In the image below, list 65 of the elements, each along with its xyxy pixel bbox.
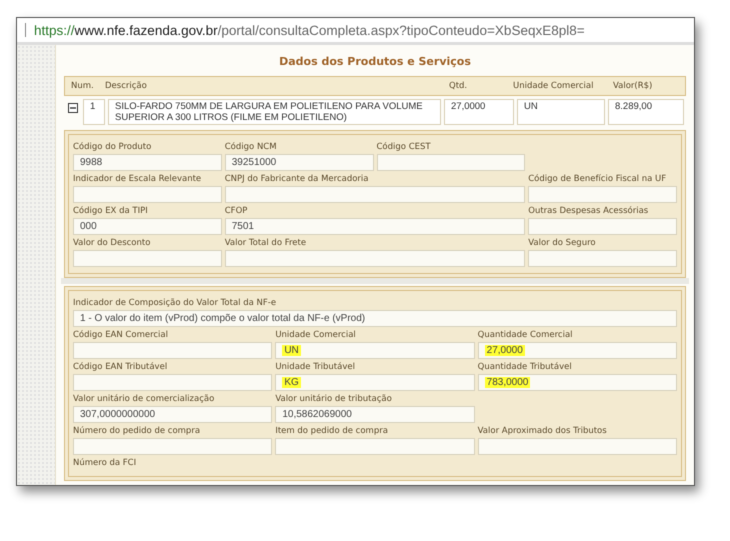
input-field[interactable] [528,186,677,203]
input-field[interactable] [73,374,272,391]
field-label: Valor Aproximado dos Tributos [478,425,608,438]
field-label: Valor do Desconto [73,237,152,250]
column-header: Num. [71,81,95,91]
input-field[interactable]: UN [275,342,475,359]
section-title: Dados dos Produtos e Serviços [278,54,472,70]
column-header: Unidade Comercial [513,81,594,91]
input-field[interactable]: 000 [73,218,222,235]
table-cell: 8.289,00 [608,99,684,125]
input-field[interactable] [73,342,272,359]
input-field[interactable]: 10,5862069000 [275,406,475,423]
input-field[interactable]: 27,0000 [478,342,677,359]
field-label: Código NCM [224,141,278,154]
field-label: Número do pedido de compra [73,425,202,438]
input-field[interactable] [528,218,677,235]
field-label: CNPJ do Fabricante da Mercadoria [224,173,370,186]
field-label: Indicador de Escala Relevante [73,173,202,186]
field-label: CFOP [224,205,248,218]
field-label: Valor Total do Frete [224,237,308,250]
field-label: Código EAN Comercial [73,329,169,342]
field-label: Valor do Seguro [528,237,597,250]
input-field[interactable] [275,438,475,455]
input-field[interactable]: 9988 [73,154,222,171]
input-field[interactable]: KG [275,374,475,391]
input-field[interactable] [528,250,677,267]
input-field[interactable]: 39251000 [224,154,374,171]
input-field[interactable] [376,154,526,171]
field-label: Código EX da TIPI [73,205,149,218]
field-label: Item do pedido de compra [275,425,389,438]
column-header: Descrição [105,81,148,91]
table-cell: SILO-FARDO 750MM DE LARGURA EM POLIETILENO PARA VOLUME SUPERIOR A 300 LITROS (FILME EM POLIETILENO) [108,99,441,125]
field-label: Código CEST [376,141,432,154]
field-label: Número da FCI [73,457,138,470]
field-label: Quantidade Tributável [478,361,573,374]
field-label: Unidade Tributável [275,361,356,374]
input-field[interactable] [73,250,222,267]
highlighted-value: 27,0000 [484,345,525,356]
input-field[interactable]: 7501 [224,218,526,235]
field-label: Valor unitário de tributação [275,393,393,406]
highlighted-value: 783,0000 [484,377,530,388]
input-field[interactable] [73,438,272,455]
field-label: Quantidade Comercial [478,329,574,342]
input-field[interactable]: 783,0000 [478,374,677,391]
field-label: Código EAN Tributável [73,361,168,374]
input-field[interactable] [224,250,526,267]
field-label: Código do Produto [73,141,152,154]
table-cell: 1 [83,99,105,125]
input-field[interactable] [224,186,526,203]
field-label: Código de Benefício Fiscal na UF [528,173,668,186]
input-field[interactable]: 307,0000000000 [73,406,272,423]
column-header: Valor(R$) [613,81,654,91]
field-label: Unidade Comercial [275,329,357,342]
highlighted-value: UN [282,345,301,356]
field-label: Valor unitário de comercialização [73,393,216,406]
field-label: Outras Despesas Acessórias [528,205,650,218]
highlighted-value: KG [282,377,301,388]
field-label: Indicador de Composição do Valor Total da NF-e [73,297,278,310]
column-header: Qtd. [449,81,468,91]
table-cell: 27,0000 [444,99,514,125]
collapse-icon[interactable] [68,103,78,113]
table-cell: UN [517,99,605,125]
input-field[interactable] [73,186,222,203]
input-field[interactable] [478,438,677,455]
input-field[interactable]: 1 - O valor do item (vProd) compõe o valor total da NF-e (vProd) [73,310,677,327]
